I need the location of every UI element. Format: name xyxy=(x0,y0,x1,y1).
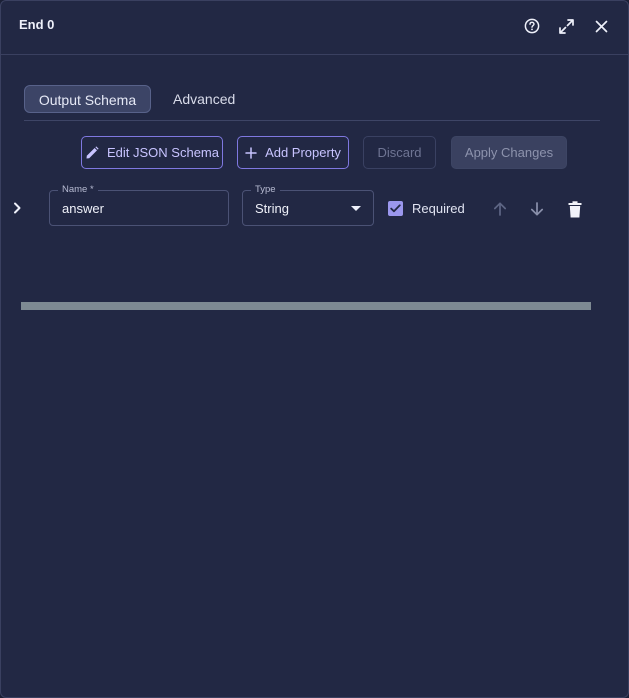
expand-button[interactable] xyxy=(555,15,577,37)
required-checkbox[interactable] xyxy=(388,201,403,216)
move-up-button[interactable] xyxy=(489,198,511,220)
tab-bar: Output Schema Advanced xyxy=(24,85,600,121)
property-type-value: String xyxy=(255,201,289,216)
pencil-icon xyxy=(86,145,99,158)
tab-output-schema[interactable]: Output Schema xyxy=(24,85,151,113)
help-button[interactable] xyxy=(521,15,543,37)
horizontal-scrollbar[interactable] xyxy=(21,302,591,310)
edit-json-schema-button[interactable]: Edit JSON Schema xyxy=(81,136,223,169)
trash-icon xyxy=(568,200,582,217)
add-property-button[interactable]: Add Property xyxy=(237,136,349,169)
expand-icon xyxy=(558,18,574,34)
arrow-down-icon xyxy=(530,202,544,216)
discard-label: Discard xyxy=(377,145,422,160)
expand-property-button[interactable] xyxy=(10,200,24,216)
close-button[interactable] xyxy=(590,15,612,37)
caret-down-icon xyxy=(351,206,361,211)
edit-json-schema-label: Edit JSON Schema xyxy=(107,145,219,160)
property-type-select[interactable]: Type String xyxy=(242,184,374,226)
delete-property-button[interactable] xyxy=(564,198,586,220)
end-node-panel: End 0 Output Schema Advanced Edit JSON S… xyxy=(0,0,629,698)
panel-title: End 0 xyxy=(19,17,55,32)
panel-header: End 0 xyxy=(1,1,628,55)
property-type-label: Type xyxy=(251,184,280,196)
close-icon xyxy=(595,20,607,32)
required-label: Required xyxy=(412,201,465,216)
property-name-field[interactable]: Name * answer xyxy=(49,184,229,226)
apply-changes-label: Apply Changes xyxy=(464,145,554,160)
help-circle-icon xyxy=(524,18,540,34)
move-down-button[interactable] xyxy=(526,198,548,220)
apply-changes-button[interactable]: Apply Changes xyxy=(451,136,567,169)
property-name-label: Name * xyxy=(58,184,98,196)
arrow-up-icon xyxy=(493,202,507,216)
property-name-value: answer xyxy=(62,201,104,216)
tab-advanced[interactable]: Advanced xyxy=(173,85,235,113)
discard-button[interactable]: Discard xyxy=(363,136,436,169)
chevron-right-icon xyxy=(13,202,20,214)
add-property-label: Add Property xyxy=(265,145,341,160)
plus-icon xyxy=(245,146,257,159)
checkmark-icon xyxy=(390,204,401,213)
